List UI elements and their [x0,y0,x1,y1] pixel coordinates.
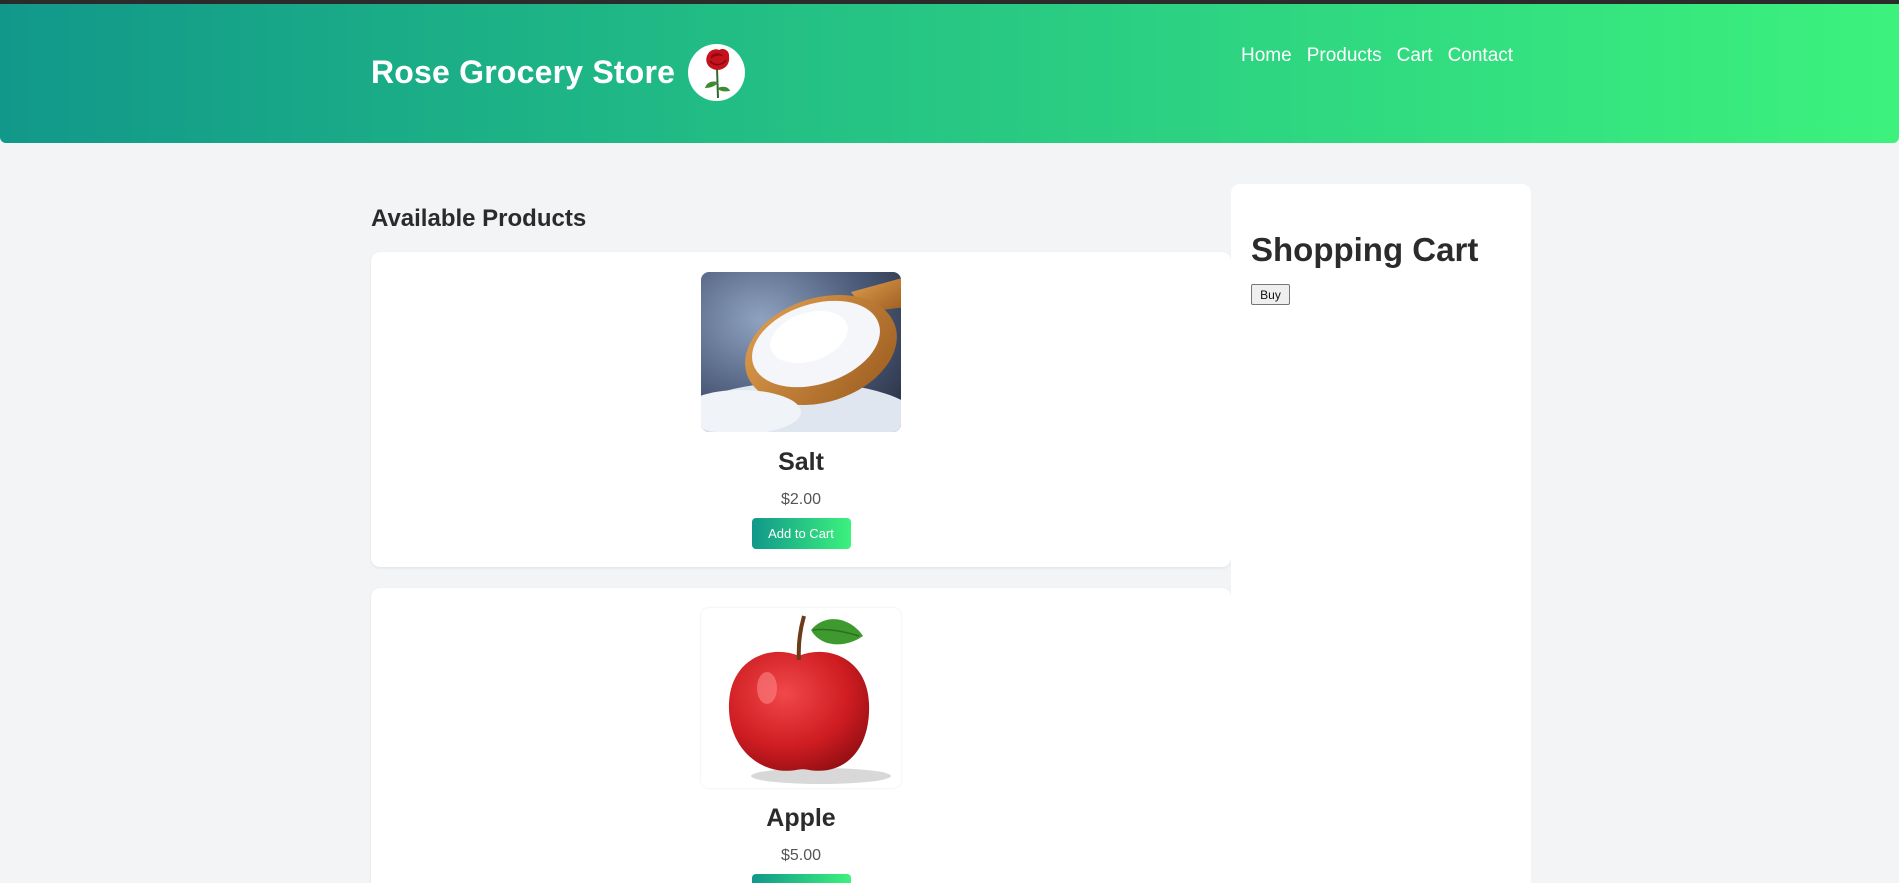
product-price: $2.00 [780,491,822,508]
nav-contact-link[interactable]: Contact [1448,45,1513,67]
site-title: Rose Grocery Store [371,54,676,90]
nav-home-link[interactable]: Home [1241,45,1292,67]
main-nav: Home Products Cart Contact [1241,45,1513,67]
product-price: $5.00 [780,847,822,864]
brand: Rose Grocery Store [371,44,746,101]
shopping-cart-panel: Shopping Cart Buy [1231,184,1531,883]
apple-image [701,608,901,788]
site-header: Rose Grocery Store Home Products Cart Co… [0,4,1899,143]
cart-title: Shopping Cart [1251,231,1479,268]
product-card-apple: Apple $5.00 Add to Cart [371,588,1231,883]
buy-button[interactable]: Buy [1251,284,1290,305]
salt-spoon-image [701,272,901,432]
nav-products-link[interactable]: Products [1307,45,1382,67]
nav-cart-link[interactable]: Cart [1397,45,1433,67]
add-to-cart-button[interactable]: Add to Cart [751,874,851,883]
add-to-cart-button[interactable]: Add to Cart [751,518,851,549]
rose-icon [688,44,746,101]
product-name: Apple [766,804,836,832]
product-card-salt: Salt $2.00 Add to Cart [371,252,1231,567]
product-name: Salt [778,448,824,476]
section-title: Available Products [371,205,587,232]
